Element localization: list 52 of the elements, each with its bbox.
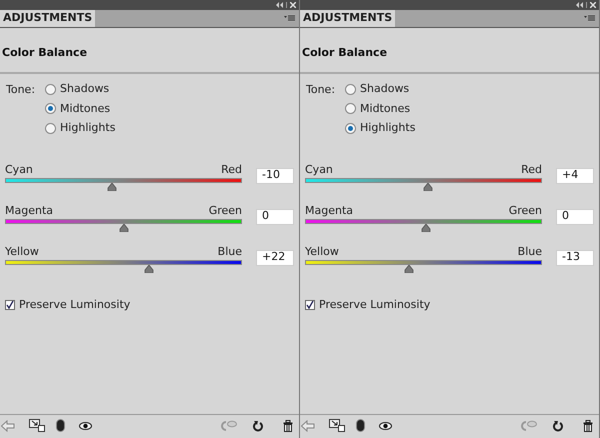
mask-icon[interactable] (56, 419, 65, 432)
value-field[interactable]: +22 (256, 250, 294, 266)
checkmark-icon (6, 300, 14, 309)
panel-menu-icon[interactable] (584, 15, 595, 22)
tone-radio[interactable]: Shadows (45, 81, 116, 98)
slider-left-label: Magenta (5, 204, 54, 216)
adjustments-tab[interactable]: ADJUSTMENTS (0, 10, 96, 27)
close-icon[interactable] (590, 2, 596, 8)
collapse-icon[interactable] (276, 2, 283, 8)
tone-radio[interactable]: Midtones (45, 100, 116, 117)
tone-radio[interactable]: Highlights (45, 120, 116, 136)
checkmark-icon (306, 300, 314, 309)
eye-icon[interactable] (79, 422, 92, 430)
reset-icon[interactable] (253, 420, 264, 432)
tone-radio[interactable]: Highlights (345, 120, 416, 136)
slider-right-label: Green (508, 204, 542, 216)
tone-radio[interactable]: Shadows (345, 81, 416, 98)
mask-icon[interactable] (356, 419, 365, 432)
back-arrow-icon[interactable] (301, 420, 315, 432)
preserve-luminosity-checkbox[interactable]: Preserve Luminosity (305, 296, 430, 313)
value-field[interactable]: 0 (256, 208, 294, 224)
value-field[interactable]: -10 (256, 168, 294, 184)
slider-right-label: Red (221, 162, 242, 176)
clip-layer-icon[interactable] (29, 419, 45, 432)
slider-left-label: Yellow (305, 244, 339, 258)
tone-label: Tone: (6, 82, 36, 98)
reset-icon[interactable] (553, 420, 564, 432)
slider-left-label: Cyan (305, 162, 333, 176)
trash-icon[interactable] (583, 420, 593, 432)
collapse-icon[interactable] (576, 2, 583, 8)
close-icon[interactable] (290, 2, 296, 8)
panel-menu-icon[interactable] (284, 15, 295, 22)
value-field[interactable]: +4 (556, 168, 594, 184)
back-arrow-icon[interactable] (1, 420, 15, 432)
trash-icon[interactable] (283, 420, 293, 432)
panel-title: Color Balance (2, 46, 88, 59)
clip-layer-icon[interactable] (329, 419, 345, 432)
slider-left-label: Magenta (305, 204, 354, 216)
value-field[interactable]: -13 (556, 250, 594, 266)
tone-radio[interactable]: Midtones (345, 100, 416, 117)
value-field[interactable]: 0 (556, 208, 594, 224)
eye-icon[interactable] (379, 422, 392, 430)
tone-label: Tone: (306, 82, 336, 98)
slider-right-label: Red (521, 162, 542, 176)
slider-right-label: Blue (518, 244, 542, 258)
slider-right-label: Blue (218, 244, 242, 258)
slider-left-label: Yellow (5, 244, 39, 258)
adjustments-tab[interactable]: ADJUSTMENTS (300, 10, 396, 27)
slider-left-label: Cyan (5, 162, 33, 176)
slider-right-label: Green (208, 204, 242, 216)
panel-title: Color Balance (302, 46, 388, 59)
preserve-luminosity-checkbox[interactable]: Preserve Luminosity (5, 296, 130, 313)
